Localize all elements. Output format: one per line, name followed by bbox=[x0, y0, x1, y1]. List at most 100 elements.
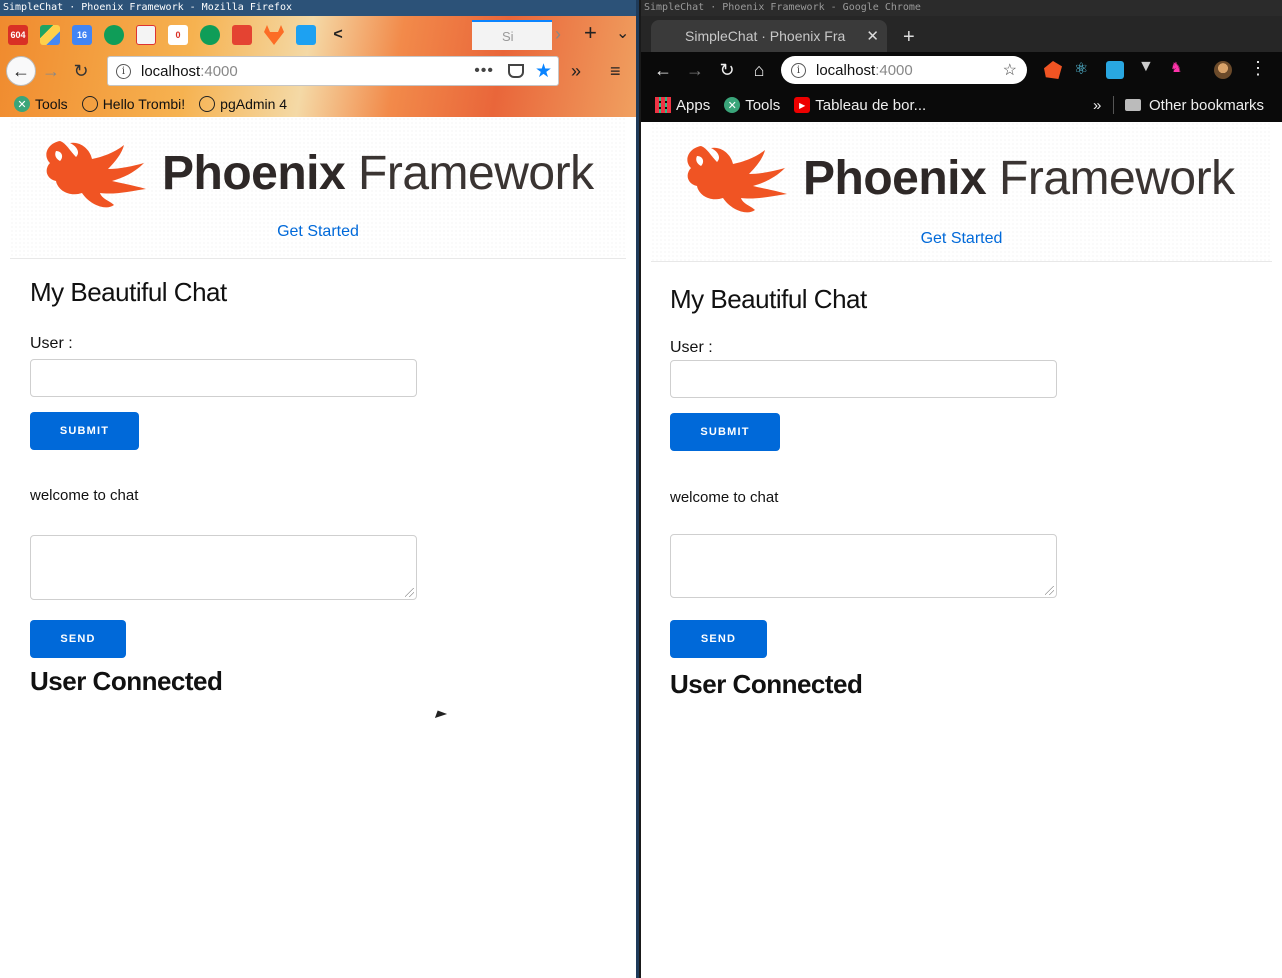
phoenix-wordmark: Phoenix Framework bbox=[803, 151, 1235, 206]
globe-icon bbox=[81, 96, 98, 112]
phoenix-bird-icon bbox=[46, 141, 146, 208]
chat-content: My Beautiful Chat User : SUBMIT welcome … bbox=[30, 277, 417, 697]
phoenix-logo: Phoenix Framework bbox=[681, 138, 1235, 218]
site-info-icon[interactable]: i bbox=[116, 63, 131, 79]
bookmark-label: Apps bbox=[676, 96, 711, 114]
bookmark-tools[interactable]: ✕ Tools bbox=[724, 97, 780, 114]
chrome-tab-strip: SimpleChat · Phoenix Fra ✕ + bbox=[641, 16, 1282, 52]
bookmarks-divider bbox=[1113, 96, 1114, 114]
bookmark-apps[interactable]: Apps bbox=[655, 97, 710, 114]
bookmark-star-icon[interactable]: ★ bbox=[535, 60, 552, 83]
user-connected-heading: User Connected bbox=[670, 669, 863, 699]
overflow-menu-icon[interactable]: » bbox=[571, 61, 581, 82]
pocket-icon[interactable] bbox=[508, 64, 524, 78]
submit-button[interactable]: SUBMIT bbox=[30, 412, 139, 450]
apps-grid-icon bbox=[655, 97, 671, 113]
get-started-link[interactable]: Get Started bbox=[651, 230, 1272, 248]
tab-title: SimpleChat · Phoenix Fra bbox=[685, 28, 846, 44]
new-tab-icon[interactable]: + bbox=[903, 26, 915, 49]
bookmark-label: Tools bbox=[35, 96, 68, 112]
other-bookmarks-label: Other bookmarks bbox=[1149, 96, 1265, 114]
phoenix-logo: Phoenix Framework bbox=[40, 133, 594, 213]
twitter-tab-icon[interactable] bbox=[296, 25, 316, 45]
tools-icon: ✕ bbox=[724, 97, 741, 113]
calendar-tab-icon[interactable]: 16 bbox=[72, 25, 92, 45]
gmail-tab-icon-2[interactable]: 0 bbox=[168, 25, 188, 45]
bookmark-label: Hello Trombi! bbox=[102, 96, 186, 112]
tab-badge: 604 bbox=[10, 30, 26, 40]
get-started-link[interactable]: Get Started bbox=[10, 223, 626, 241]
bookmark-tableau[interactable]: ▶ Tableau de bor... bbox=[794, 97, 926, 114]
document-tab-icon[interactable] bbox=[136, 25, 156, 45]
bookmark-hello-trombi[interactable]: Hello Trombi! bbox=[81, 96, 186, 112]
bookmarks-overflow-icon[interactable]: » bbox=[1093, 97, 1101, 114]
reload-icon[interactable]: ↻ bbox=[711, 60, 743, 81]
tools-icon: ✕ bbox=[14, 96, 30, 112]
extension-unicorn-icon[interactable]: ♞ bbox=[1170, 59, 1188, 77]
react-devtools-icon[interactable]: ⚛ bbox=[1074, 59, 1092, 78]
url-port: :4000 bbox=[875, 61, 913, 79]
submit-button[interactable]: SUBMIT bbox=[670, 413, 780, 451]
firefox-nav-bar: ← → ↻ i localhost:4000 ••• ★ » ≡ bbox=[0, 54, 636, 88]
close-tab-icon[interactable]: ✕ bbox=[866, 27, 879, 45]
back-icon[interactable]: ← bbox=[647, 60, 679, 81]
tab-list-icon[interactable]: ⌄ bbox=[616, 23, 629, 43]
page-actions-icon[interactable]: ••• bbox=[474, 62, 494, 80]
chrome-menu-icon[interactable]: ⋮ bbox=[1249, 58, 1267, 79]
new-tab-icon[interactable]: + bbox=[584, 20, 597, 46]
vue-devtools-icon[interactable]: ▼ bbox=[1138, 58, 1156, 76]
reload-icon[interactable]: ↻ bbox=[66, 61, 96, 82]
firefox-window: SimpleChat · Phoenix Framework - Mozilla… bbox=[0, 0, 639, 978]
message-textarea[interactable] bbox=[670, 534, 1057, 598]
google-drive-tab-icon[interactable] bbox=[40, 25, 60, 45]
globe-icon bbox=[199, 96, 216, 112]
bookmark-star-icon[interactable]: ☆ bbox=[1003, 60, 1017, 80]
avatar[interactable] bbox=[1214, 61, 1232, 79]
gitlab-tab-icon[interactable] bbox=[264, 25, 284, 45]
forward-icon[interactable]: → bbox=[36, 61, 66, 82]
tab-scroll-right-icon[interactable]: › bbox=[555, 24, 561, 45]
user-label: User : bbox=[670, 339, 713, 356]
chrome-window-title: SimpleChat · Phoenix Framework - Google … bbox=[641, 0, 1282, 16]
tab-badge: 0 bbox=[175, 30, 181, 40]
home-icon[interactable]: ⌂ bbox=[743, 60, 775, 81]
logo-light-text: Framework bbox=[999, 151, 1235, 205]
gmail-tab-icon[interactable]: 604 bbox=[8, 25, 28, 45]
back-icon[interactable]: ← bbox=[6, 56, 36, 86]
firefox-tab-strip: 604 16 0 < Si › + ⌄ bbox=[2, 20, 636, 50]
forward-icon[interactable]: → bbox=[679, 60, 711, 81]
chrome-bookmarks-bar: Apps ✕ Tools ▶ Tableau de bor... » Other… bbox=[641, 88, 1282, 122]
user-input[interactable] bbox=[670, 360, 1057, 398]
tab-scroll-left-icon[interactable]: < bbox=[328, 25, 348, 45]
url-port: :4000 bbox=[200, 62, 238, 80]
hangouts-tab-icon[interactable] bbox=[104, 25, 124, 45]
message-textarea[interactable] bbox=[30, 535, 417, 600]
chrome-window: SimpleChat · Phoenix Framework - Google … bbox=[641, 0, 1282, 978]
youtube-icon: ▶ bbox=[794, 97, 811, 113]
send-button[interactable]: SEND bbox=[670, 620, 767, 658]
todoist-tab-icon[interactable] bbox=[232, 25, 252, 45]
extension-window-icon[interactable] bbox=[1106, 61, 1124, 79]
chat-content: My Beautiful Chat User : SUBMIT welcome … bbox=[670, 284, 1057, 700]
send-button[interactable]: SEND bbox=[30, 620, 126, 658]
firefox-url-bar[interactable]: i localhost:4000 ••• ★ bbox=[107, 56, 559, 86]
page-title: My Beautiful Chat bbox=[30, 277, 227, 307]
extension-phoenix-icon[interactable] bbox=[1044, 61, 1062, 79]
user-input[interactable] bbox=[30, 359, 417, 397]
firefox-active-tab[interactable]: Si bbox=[472, 20, 552, 50]
hamburger-menu-icon[interactable]: ≡ bbox=[610, 61, 621, 82]
url-host: localhost bbox=[141, 62, 201, 80]
chrome-url-bar[interactable]: i localhost:4000 ☆ bbox=[781, 56, 1027, 84]
bookmark-pgadmin[interactable]: pgAdmin 4 bbox=[199, 96, 287, 112]
bookmark-tools[interactable]: ✕ Tools bbox=[14, 96, 68, 112]
bookmark-label: pgAdmin 4 bbox=[220, 96, 288, 112]
site-info-icon[interactable]: i bbox=[791, 62, 806, 78]
firefox-window-title: SimpleChat · Phoenix Framework - Mozilla… bbox=[0, 0, 636, 16]
phoenix-wordmark: Phoenix Framework bbox=[162, 146, 594, 201]
bookmark-label: Tableau de bor... bbox=[815, 96, 927, 114]
chrome-active-tab[interactable]: SimpleChat · Phoenix Fra ✕ bbox=[651, 20, 887, 52]
hangouts-tab-icon-2[interactable] bbox=[200, 25, 220, 45]
user-connected-heading: User Connected bbox=[30, 666, 223, 696]
logo-light-text: Framework bbox=[358, 146, 594, 200]
other-bookmarks[interactable]: Other bookmarks bbox=[1125, 97, 1264, 114]
